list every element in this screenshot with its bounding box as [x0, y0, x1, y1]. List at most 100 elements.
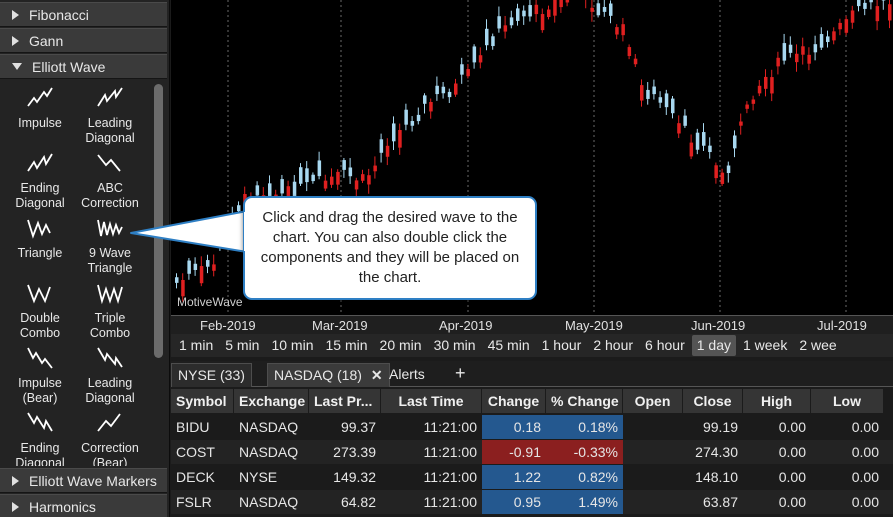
section-harmonics[interactable]: Harmonics [0, 494, 167, 517]
cell-open [623, 465, 683, 489]
tab-label: Alerts [389, 366, 425, 382]
wave-tool-triple-combo[interactable]: Triple Combo [75, 281, 145, 341]
wave-tool-label: Triangle [17, 246, 63, 260]
timeframe-15-min[interactable]: 15 min [321, 335, 373, 356]
timeframe-1-hour[interactable]: 1 hour [537, 335, 587, 356]
candle-body [497, 16, 501, 29]
triangle-wave-icon [27, 219, 51, 239]
col-close[interactable]: Close [683, 389, 743, 413]
candle-body [714, 165, 718, 179]
wave-tool-impulse[interactable]: Impulse [5, 86, 75, 131]
cell-close: 274.30 [695, 444, 738, 460]
timeframe-2-wee[interactable]: 2 wee [794, 335, 841, 356]
timeframe-10-min[interactable]: 10 min [266, 335, 318, 356]
time-axis[interactable]: Feb-2019 Mar-2019 Apr-2019 May-2019 Jun-… [171, 315, 893, 334]
tab-label: NYSE (33) [178, 367, 245, 383]
wave-tool-leading-diagonal[interactable]: Leading Diagonal [75, 86, 145, 146]
table-row[interactable]: DECK NYSE 149.32 11:21:00 1.22 0.82% 148.10 0.0… [171, 465, 893, 489]
wave-tool-label: 9 Wave Triangle [87, 246, 133, 275]
add-tab-button[interactable]: + [455, 363, 466, 387]
candle-body [888, 4, 892, 21]
candle-body [633, 58, 638, 65]
col-symbol[interactable]: Symbol [171, 389, 234, 413]
table-row[interactable]: COST NASDAQ 273.39 11:21:00 -0.91 -0.33% 274.3… [171, 440, 893, 464]
candle-body [863, 2, 867, 9]
timeframe-5-min[interactable]: 5 min [220, 335, 264, 356]
candle-body [516, 8, 520, 21]
cell-close: 63.87 [702, 494, 738, 510]
tab-label: NASDAQ (18) [274, 367, 362, 383]
candle-body [615, 27, 619, 35]
cell-time: 11:21:00 [423, 419, 477, 435]
wave-tool-label: Ending Diagonal [15, 181, 65, 210]
candle-body [689, 142, 694, 157]
table-row[interactable]: FSLR NASDAQ 64.82 11:21:00 0.95 1.49% 63.87 0.0… [171, 490, 893, 514]
col-last-time[interactable]: Last Time [381, 389, 482, 413]
candle-body [534, 4, 539, 15]
tab-alerts[interactable]: Alerts [389, 363, 425, 387]
wave-tool-ending-diagonal[interactable]: Ending Diagonal [5, 151, 75, 211]
candle-body [336, 171, 340, 185]
timeframe-45-min[interactable]: 45 min [483, 335, 535, 356]
instruction-callout: Click and drag the desired wave to the c… [243, 196, 537, 300]
section-elliott-wave[interactable]: Elliott Wave [0, 54, 167, 79]
table-row[interactable]: BIDU NASDAQ 99.37 11:21:00 0.18 0.18% 99.19 0.0… [171, 415, 893, 439]
cell-last: 149.32 [333, 469, 376, 485]
candle-body [757, 85, 762, 94]
close-icon[interactable]: ✕ [371, 364, 383, 386]
section-elliott-wave-markers[interactable]: Elliott Wave Markers [0, 468, 167, 493]
wave-tool-ending-diagonal[interactable]: Ending Diagonal [5, 411, 75, 466]
candle-body [404, 109, 408, 125]
tools-scrollbar[interactable] [154, 84, 163, 358]
candle-body [733, 135, 737, 149]
wave-tool-impulse-bear[interactable]: Impulse (Bear) [5, 346, 75, 406]
timeframe-bar: 1 min 5 min 10 min 15 min 20 min 30 min 45 min… [171, 334, 893, 357]
candle-body [187, 260, 191, 274]
section-fibonacci[interactable]: Fibonacci [0, 2, 167, 27]
col-high[interactable]: High [743, 389, 811, 413]
wave-tool-9-wave-triangle[interactable]: 9 Wave Triangle [75, 216, 145, 276]
section-label: Gann [29, 32, 64, 49]
wave-tool-double-combo[interactable]: Double Combo [5, 281, 75, 341]
col-pct-change[interactable]: % Change [546, 389, 623, 413]
wave-tool-label: Impulse (Bear) [18, 376, 62, 405]
timeframe-2-hour[interactable]: 2 hour [588, 335, 638, 356]
timeframe-1-day[interactable]: 1 day [691, 335, 736, 356]
candle-body [392, 123, 396, 142]
timeframe-1-min[interactable]: 1 min [174, 335, 218, 356]
candle-body [547, 9, 551, 18]
candle-body [280, 179, 284, 194]
cell-high: 0.00 [778, 469, 806, 485]
cell-symbol: FSLR [176, 494, 212, 510]
col-low[interactable]: Low [811, 389, 884, 413]
col-change[interactable]: Change [482, 389, 546, 413]
wave-tool-abc-correction[interactable]: ABC Correction [75, 151, 145, 211]
candle-body [175, 277, 179, 283]
leading-diagonal-bear-icon [97, 347, 123, 368]
cell-change: 1.22 [482, 465, 546, 489]
tab-nyse[interactable]: NYSE (33) [171, 363, 252, 387]
wave-tool-leading-diagonal[interactable]: Leading Diagonal [75, 346, 145, 406]
watchlist-table: Symbol Exchange Last Pr... Last Time Cha… [171, 389, 893, 517]
candle-body [671, 98, 675, 114]
tab-nasdaq[interactable]: NASDAQ (18) ✕ [267, 363, 390, 387]
candle-body [652, 86, 656, 95]
section-gann[interactable]: Gann [0, 28, 167, 53]
col-last-price[interactable]: Last Pr... [309, 389, 381, 413]
wave-tool-triangle[interactable]: Triangle [5, 216, 75, 261]
cell-pct: 0.18% [546, 415, 623, 439]
col-exchange[interactable]: Exchange [234, 389, 309, 413]
candle-body [726, 165, 731, 173]
cell-close: 148.10 [695, 469, 738, 485]
candle-body [398, 130, 402, 148]
candle-body [881, 0, 886, 1]
cell-low: 0.00 [851, 494, 879, 510]
timeframe-6-hour[interactable]: 6 hour [640, 335, 690, 356]
cell-open [623, 440, 683, 464]
timeframe-20-min[interactable]: 20 min [375, 335, 427, 356]
timeframe-30-min[interactable]: 30 min [429, 335, 481, 356]
col-open[interactable]: Open [623, 389, 683, 413]
timeframe-1-week[interactable]: 1 week [738, 335, 792, 356]
wave-tool-correction-bear[interactable]: Correction (Bear) [75, 411, 145, 466]
cell-symbol: BIDU [176, 419, 210, 435]
